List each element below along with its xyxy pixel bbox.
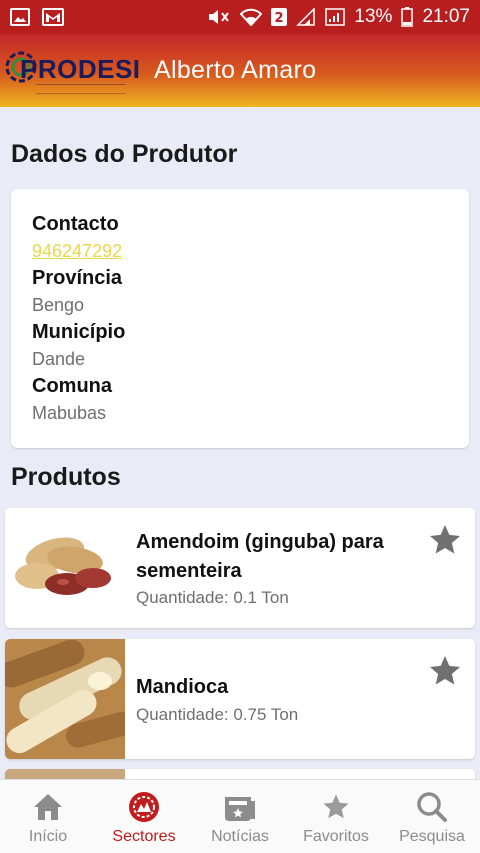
wifi-icon: [240, 8, 263, 26]
products-section-title: Produtos: [11, 463, 121, 491]
logo-subtitle-lines: [36, 84, 126, 94]
favorite-star-icon[interactable]: [427, 653, 463, 689]
mute-icon: [207, 8, 231, 26]
peanuts-image: [5, 508, 125, 628]
cassava-image: [5, 639, 125, 759]
svg-text:2: 2: [275, 11, 284, 26]
bottom-nav: Início Sectores Notícias Favoritos Pesqu…: [0, 779, 480, 853]
signal-icon-2: [325, 8, 346, 26]
nav-label: Sectores: [112, 828, 176, 845]
nav-item-noticias[interactable]: Notícias: [192, 780, 288, 853]
nav-label: Início: [28, 828, 68, 845]
main-content[interactable]: Dados do Produtor Contacto 946247292 Pro…: [0, 107, 480, 779]
municipality-value: Dande: [32, 349, 86, 369]
nav-item-pesquisa[interactable]: Pesquisa: [384, 780, 480, 853]
search-icon: [414, 790, 450, 824]
producer-section-title: Dados do Produtor: [11, 140, 238, 168]
product-card[interactable]: [5, 769, 475, 779]
producer-card: Contacto 946247292 Província Bengo Munic…: [11, 189, 469, 448]
nav-item-sectores[interactable]: Sectores: [96, 780, 192, 853]
product-card[interactable]: Amendoim (ginguba) para sementeira Quant…: [5, 508, 475, 628]
sim-badge-icon: 2: [271, 8, 288, 26]
signal-icon: [296, 8, 316, 26]
nav-item-favoritos[interactable]: Favoritos: [288, 780, 384, 853]
page-title: Alberto Amaro: [154, 56, 317, 84]
clock: 21:07: [422, 6, 470, 27]
municipality-label: Município: [32, 321, 126, 343]
nav-item-inicio[interactable]: Início: [0, 780, 96, 853]
province-value: Bengo: [32, 295, 85, 315]
product-card[interactable]: Mandioca Quantidade: 0.75 Ton: [5, 639, 475, 759]
battery-icon: [401, 7, 414, 27]
logo-text: PRODESI: [20, 54, 141, 84]
status-bar: 2 13% 21:07: [0, 0, 480, 34]
news-icon: [222, 790, 258, 824]
province-label: Província: [32, 267, 123, 289]
mail-icon: [42, 8, 64, 26]
commune-label: Comuna: [32, 375, 112, 397]
product-name: Mandioca: [136, 676, 229, 698]
commune-value: Mabubas: [32, 403, 107, 423]
product-image: [5, 769, 125, 779]
product-quantity: Quantidade: 0.1 Ton: [136, 588, 289, 607]
product-quantity: Quantidade: 0.75 Ton: [136, 705, 299, 724]
home-icon: [30, 790, 66, 824]
favorite-star-icon[interactable]: [427, 522, 463, 558]
contact-label: Contacto: [32, 213, 119, 235]
product-name: Amendoim (ginguba) para sementeira: [136, 531, 384, 582]
nav-label: Pesquisa: [399, 828, 465, 845]
star-icon: [318, 790, 354, 824]
app-header: PRODESI Alberto Amaro: [0, 34, 480, 107]
contact-phone-link[interactable]: 946247292: [32, 238, 448, 265]
sectors-icon: [126, 790, 162, 824]
nav-label: Notícias: [211, 828, 269, 845]
prodesi-logo: PRODESI: [0, 34, 140, 107]
battery-percent: 13%: [354, 6, 393, 27]
nav-label: Favoritos: [303, 828, 369, 845]
gallery-icon: [10, 8, 30, 26]
